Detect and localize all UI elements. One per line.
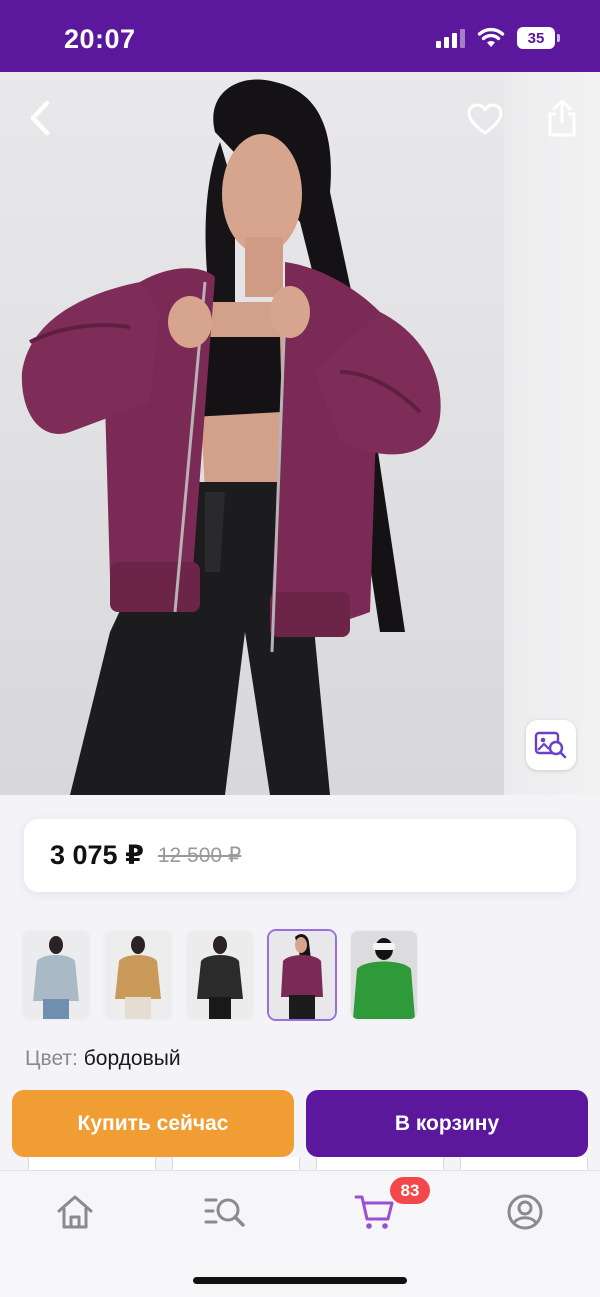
variant-image bbox=[351, 931, 417, 1019]
price-card: 3 075 ₽ 12 500 ₽ bbox=[24, 819, 576, 892]
tab-home[interactable] bbox=[50, 1189, 100, 1235]
variant-image bbox=[23, 931, 89, 1019]
cellular-signal-icon bbox=[436, 28, 465, 48]
favorite-button[interactable] bbox=[462, 96, 508, 142]
variant-image bbox=[105, 931, 171, 1019]
color-info: Цвет: бордовый bbox=[25, 1047, 181, 1071]
wifi-icon bbox=[477, 27, 505, 47]
product-image bbox=[21, 79, 441, 795]
tab-profile[interactable] bbox=[500, 1189, 550, 1235]
profile-icon bbox=[507, 1194, 543, 1230]
color-variant-thumbnail[interactable] bbox=[349, 929, 419, 1021]
share-button[interactable] bbox=[540, 94, 584, 142]
old-price: 12 500 ₽ bbox=[157, 844, 242, 867]
color-value: бордовый bbox=[83, 1047, 181, 1070]
status-time: 20:07 bbox=[64, 24, 136, 54]
catalog-search-icon bbox=[204, 1198, 245, 1227]
home-icon bbox=[57, 1195, 93, 1229]
variant-image bbox=[187, 931, 253, 1019]
visual-search-button[interactable] bbox=[526, 720, 576, 770]
home-indicator bbox=[193, 1277, 407, 1284]
product-photo[interactable] bbox=[0, 72, 600, 795]
color-label: Цвет: bbox=[25, 1047, 78, 1070]
cart-icon bbox=[354, 1195, 394, 1229]
share-icon bbox=[548, 99, 576, 137]
color-variant-thumbnail[interactable] bbox=[185, 929, 255, 1021]
battery-indicator: 35 bbox=[517, 27, 560, 49]
size-selector-peek bbox=[28, 1157, 588, 1171]
heart-icon bbox=[467, 103, 503, 135]
variant-image bbox=[269, 931, 335, 1019]
status-bar: 20:07 35 bbox=[0, 0, 600, 72]
back-button[interactable] bbox=[18, 94, 62, 142]
color-variants bbox=[21, 929, 419, 1021]
cart-count-badge: 83 bbox=[390, 1177, 430, 1204]
color-variant-thumbnail-selected[interactable] bbox=[267, 929, 337, 1021]
image-search-icon bbox=[534, 731, 567, 759]
tab-catalog[interactable] bbox=[200, 1189, 250, 1235]
add-to-cart-button[interactable]: В корзину bbox=[306, 1090, 588, 1157]
color-variant-thumbnail[interactable] bbox=[21, 929, 91, 1021]
chevron-left-icon bbox=[30, 100, 50, 136]
color-variant-thumbnail[interactable] bbox=[103, 929, 173, 1021]
status-icons: 35 bbox=[436, 27, 560, 49]
buy-now-button[interactable]: Купить сейчас bbox=[12, 1090, 294, 1157]
battery-level: 35 bbox=[517, 27, 555, 49]
current-price: 3 075 ₽ bbox=[50, 840, 144, 870]
